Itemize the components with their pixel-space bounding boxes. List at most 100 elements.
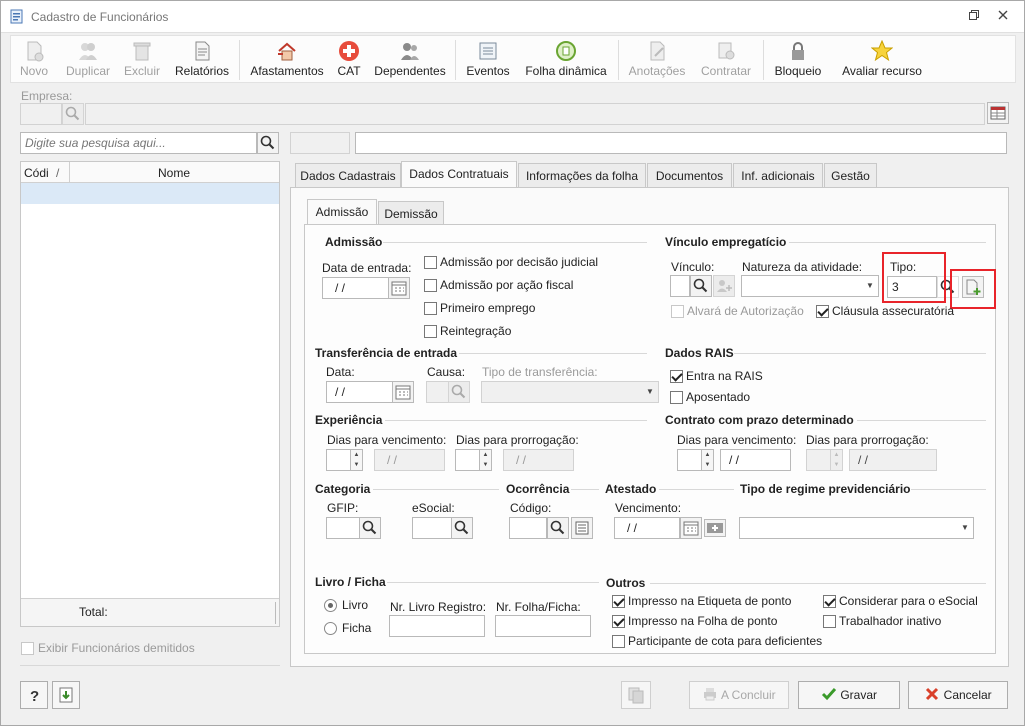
tab-documentos[interactable]: Documentos	[647, 163, 732, 188]
tipo-transferencia-select[interactable]	[481, 381, 659, 403]
contrato-dias-prorrogacao-input[interactable]	[806, 449, 831, 471]
date-value: / /	[387, 453, 398, 467]
grid-header: Códi / Nome	[21, 162, 279, 183]
natureza-select[interactable]	[741, 275, 879, 297]
data-entrada-calendar-button[interactable]	[388, 277, 410, 299]
vinculo-input[interactable]	[670, 275, 690, 297]
aposentado-checkbox[interactable]	[670, 391, 683, 404]
tab-inf-adicionais[interactable]: Inf. adicionais	[733, 163, 823, 188]
trabalhador-inativo-checkbox[interactable]	[823, 615, 836, 628]
contrato-dias-prorrogacao-spinner[interactable]: ▲ ▼	[831, 449, 843, 471]
novo-button[interactable]: Novo	[15, 36, 53, 82]
tab-dados-contratuais[interactable]: Dados Contratuais	[401, 161, 517, 188]
anotacoes-button[interactable]: Anotações	[625, 36, 689, 82]
vinculo-add-button[interactable]	[713, 275, 735, 297]
employee-name-field[interactable]	[355, 132, 1007, 154]
considerar-esocial-checkbox[interactable]	[823, 595, 836, 608]
livro-radio[interactable]	[324, 599, 337, 612]
exp-dias-vencimento-spinner[interactable]: ▲ ▼	[351, 449, 363, 471]
atestado-add-button[interactable]	[704, 519, 726, 537]
contract-icon	[718, 42, 735, 60]
admissao-judicial-checkbox[interactable]	[424, 256, 437, 269]
empresa-code-input[interactable]	[20, 103, 62, 125]
cancelar-button[interactable]: Cancelar	[908, 681, 1008, 709]
regime-select[interactable]	[739, 517, 974, 539]
gravar-button[interactable]: Gravar	[798, 681, 900, 709]
novo-label: Novo	[19, 64, 48, 78]
gfip-input[interactable]	[326, 517, 360, 539]
tab-gestao[interactable]: Gestão	[824, 163, 877, 188]
nr-livro-input[interactable]	[389, 615, 485, 637]
empresa-table-button[interactable]	[987, 102, 1009, 124]
vinculo-search-button[interactable]	[690, 275, 712, 297]
exibir-demitidos-checkbox[interactable]	[21, 642, 34, 655]
relatorios-button[interactable]: Relatórios	[171, 36, 233, 82]
empresa-search-button[interactable]	[62, 103, 84, 125]
tab-demissao[interactable]: Demissão	[378, 201, 444, 226]
afastamentos-button[interactable]: Afastamentos	[247, 36, 327, 82]
cota-deficientes-checkbox[interactable]	[612, 635, 625, 648]
tab-dados-cadastrais[interactable]: Dados Cadastrais	[295, 163, 401, 188]
causa-label: Causa:	[427, 365, 466, 379]
table-row[interactable]	[21, 183, 279, 204]
dependentes-button[interactable]: Dependentes	[373, 36, 447, 82]
exp-dias-prorrogacao-input[interactable]	[455, 449, 480, 471]
grid-col-codigo[interactable]: Códi	[24, 166, 49, 180]
tab-label: Dados Cadastrais	[300, 169, 396, 183]
restore-icon[interactable]	[966, 9, 982, 25]
employee-code-field[interactable]	[290, 132, 350, 154]
empresa-name-input[interactable]	[85, 103, 985, 125]
atestado-calendar-button[interactable]	[680, 517, 702, 539]
search-input[interactable]: Digite sua pesquisa aqui...	[20, 132, 257, 154]
gfip-search-button[interactable]	[359, 517, 381, 539]
duplicar-button[interactable]: Duplicar	[59, 36, 117, 82]
transferencia-calendar-button[interactable]	[392, 381, 414, 403]
exp-dias-vencimento-input[interactable]	[326, 449, 351, 471]
atestado-vencimento-input[interactable]: / /	[614, 517, 680, 539]
import-button[interactable]	[52, 681, 80, 709]
close-icon[interactable]	[995, 9, 1011, 25]
causa-input[interactable]	[426, 381, 449, 403]
ocorrencia-search-button[interactable]	[547, 517, 569, 539]
ficha-radio[interactable]	[324, 622, 337, 635]
grid-col-nome[interactable]: Nome	[158, 166, 190, 180]
entra-rais-checkbox[interactable]	[670, 370, 683, 383]
avaliar-recurso-button[interactable]: Avaliar recurso	[839, 36, 925, 82]
admissao-fiscal-checkbox[interactable]	[424, 279, 437, 292]
search-button[interactable]	[257, 132, 279, 154]
contrato-dias-vencimento-spinner[interactable]: ▲ ▼	[702, 449, 714, 471]
excluir-button[interactable]: Excluir	[121, 36, 163, 82]
tab-admissao[interactable]: Admissão	[307, 199, 377, 226]
ocorrencia-codigo-input[interactable]	[509, 517, 547, 539]
folha-ponto-checkbox[interactable]	[612, 615, 625, 628]
contrato-dias-vencimento-input[interactable]	[677, 449, 702, 471]
etiqueta-ponto-checkbox[interactable]	[612, 595, 625, 608]
ocorrencia-list-button[interactable]	[571, 517, 593, 539]
folha-dinamica-button[interactable]: Folha dinâmica	[521, 36, 611, 82]
reintegracao-checkbox[interactable]	[424, 325, 437, 338]
categoria-section-title: Categoria	[315, 482, 371, 496]
afastamentos-label: Afastamentos	[250, 64, 324, 78]
calendar-icon	[683, 521, 699, 536]
concluir-button[interactable]: A Concluir	[689, 681, 789, 709]
esocial-input[interactable]	[412, 517, 452, 539]
copy-button[interactable]	[621, 681, 651, 709]
bloqueio-button[interactable]: Bloqueio	[771, 36, 825, 82]
search-icon	[362, 520, 377, 535]
exp-dias-prorrogacao-spinner[interactable]: ▲ ▼	[480, 449, 492, 471]
causa-search-button[interactable]	[448, 381, 470, 403]
help-button[interactable]: ?	[20, 681, 48, 709]
data-entrada-input[interactable]: / /	[322, 277, 389, 299]
contratar-button[interactable]: Contratar	[695, 36, 757, 82]
contrato-section-title: Contrato com prazo determinado	[665, 413, 854, 427]
contrato-vencimento-date[interactable]: / /	[720, 449, 791, 471]
eventos-button[interactable]: Eventos	[463, 36, 513, 82]
clausula-checkbox[interactable]	[816, 305, 829, 318]
primeiro-emprego-checkbox[interactable]	[424, 302, 437, 315]
transferencia-data-input[interactable]: / /	[326, 381, 393, 403]
tab-informacoes-folha[interactable]: Informações da folha	[518, 163, 646, 188]
nr-folha-input[interactable]	[495, 615, 591, 637]
esocial-search-button[interactable]	[451, 517, 473, 539]
alvara-checkbox[interactable]	[671, 305, 684, 318]
cat-button[interactable]: CAT	[333, 36, 365, 82]
